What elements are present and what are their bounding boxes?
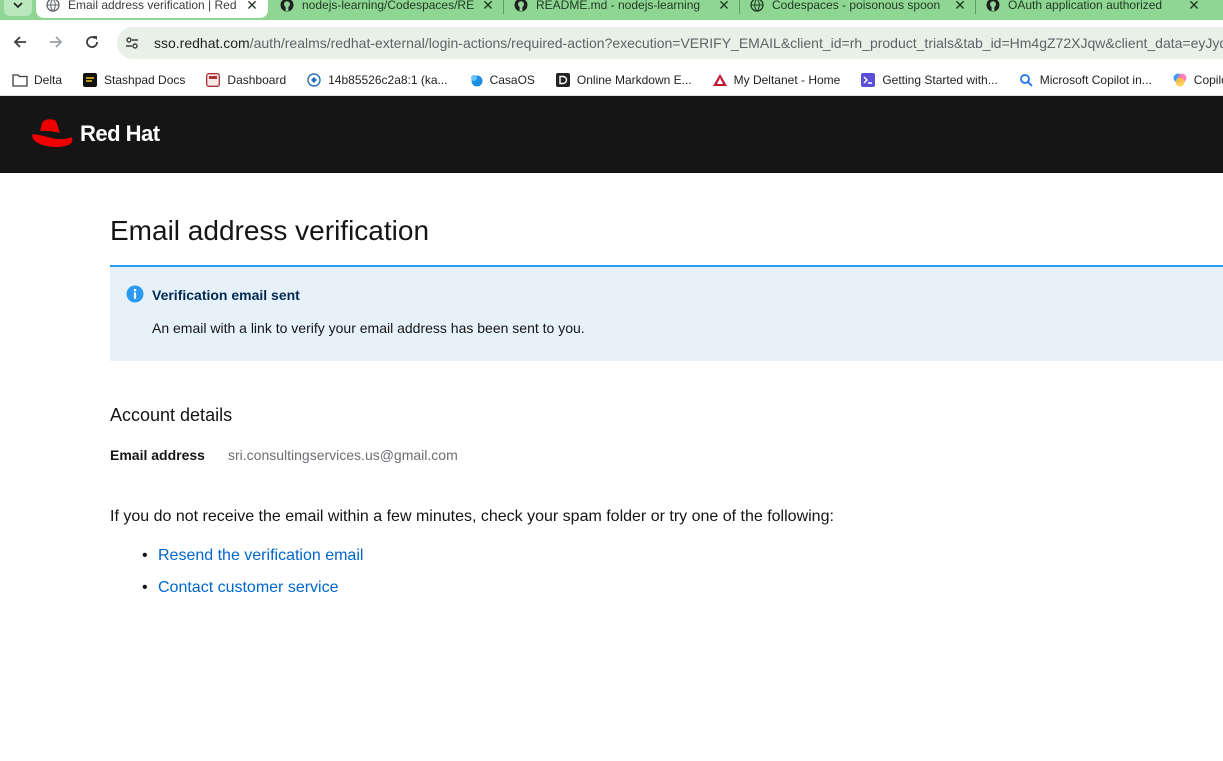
tab-email-verification[interactable]: Email address verification | Red Hat ✕ <box>36 0 268 18</box>
bookmark-label: Getting Started with... <box>882 72 998 87</box>
bookmark-label: Dashboard <box>227 72 287 87</box>
bookmark-ms-copilot[interactable]: Microsoft Copilot in... <box>1010 72 1160 88</box>
logo-text: Red Hat <box>80 121 160 146</box>
close-icon[interactable]: ✕ <box>716 0 732 14</box>
dashboard-icon <box>205 72 221 88</box>
account-details-heading: Account details <box>110 405 233 425</box>
address-bar[interactable]: sso.redhat.com/auth/realms/redhat-extern… <box>117 27 1223 59</box>
tab-readme[interactable]: README.md - nodejs-learning ✕ <box>504 0 740 18</box>
bookmark-markdown[interactable]: Online Markdown E... <box>547 72 700 88</box>
contact-customer-service-link[interactable]: Contact customer service <box>158 579 339 596</box>
globe-icon <box>750 0 764 12</box>
info-icon <box>126 285 144 303</box>
github-icon <box>986 0 1000 12</box>
site-header: Red Hat <box>0 96 1223 173</box>
page-title: Email address verification <box>110 215 430 246</box>
bookmark-label: Microsoft Copilot in... <box>1039 72 1152 87</box>
bookmark-label: Online Markdown E... <box>576 72 692 87</box>
bookmark-vnc[interactable]: 14b85526c2a8:1 (ka... <box>298 72 455 88</box>
bookmark-label: Delta <box>34 72 63 87</box>
reload-button[interactable] <box>80 30 104 54</box>
bookmark-casaos[interactable]: CasaOS <box>460 72 543 88</box>
bookmark-getting-started[interactable]: Getting Started with... <box>852 72 1005 88</box>
tab-codespaces[interactable]: Codespaces - poisonous spoon ✕ <box>740 0 976 18</box>
terminal-icon <box>860 72 876 88</box>
tab-label: nodejs-learning/Codespaces/README.md <box>302 0 474 12</box>
tab-label: Email address verification | Red Hat <box>68 0 238 12</box>
markdown-icon <box>555 72 571 88</box>
bookmark-deltanet[interactable]: My Deltanet - Home <box>704 72 849 88</box>
tab-label: README.md - nodejs-learning <box>536 0 701 12</box>
help-links-list: Resend the verification email Contact cu… <box>142 546 363 610</box>
bookmark-dashboard[interactable]: Dashboard <box>197 72 294 88</box>
bookmark-delta[interactable]: Delta <box>4 72 70 88</box>
resend-verification-link[interactable]: Resend the verification email <box>158 547 363 564</box>
github-icon <box>514 0 528 12</box>
email-label: Email address <box>110 447 205 463</box>
copilot-icon <box>1172 72 1188 88</box>
stashpad-icon <box>82 72 98 88</box>
arrow-left-icon <box>13 36 26 48</box>
vnc-icon <box>306 72 322 88</box>
close-icon[interactable]: ✕ <box>244 0 260 14</box>
list-item: Contact customer service <box>142 578 363 610</box>
url-text: sso.redhat.com/auth/realms/redhat-extern… <box>154 35 1223 51</box>
bookmark-label: Stashpad Docs <box>104 72 186 87</box>
bookmark-copilot[interactable]: Copilot <box>1164 72 1223 88</box>
help-text: If you do not receive the email within a… <box>110 508 834 525</box>
email-value: sri.consultingservices.us@gmail.com <box>228 447 458 463</box>
close-icon[interactable]: ✕ <box>952 0 968 14</box>
bookmark-label: CasaOS <box>489 72 535 87</box>
browser-tabstrip: Email address verification | Red Hat ✕ n… <box>0 0 1223 20</box>
tab-nodejs-codespaces[interactable]: nodejs-learning/Codespaces/README.md ✕ <box>270 0 504 18</box>
bookmark-label: 14b85526c2a8:1 (ka... <box>328 72 448 87</box>
redhat-fedora-icon <box>32 119 73 147</box>
search-icon <box>1018 72 1034 88</box>
close-icon[interactable]: ✕ <box>480 0 496 14</box>
alert-body: An email with a link to verify your emai… <box>152 320 585 336</box>
url-host: sso.redhat.com <box>154 35 250 51</box>
list-item: Resend the verification email <box>142 546 363 578</box>
globe-icon <box>46 0 60 12</box>
redhat-logo[interactable]: Red Hat <box>30 116 160 152</box>
forward-button[interactable] <box>44 30 68 54</box>
bookmark-label: My Deltanet - Home <box>733 72 841 87</box>
bookmarks-bar: Delta Stashpad Docs Dashboard 14b85526c2… <box>0 64 1223 96</box>
tab-label: OAuth application authorized <box>1008 0 1163 12</box>
delta-icon <box>712 72 728 88</box>
close-icon[interactable]: ✕ <box>1186 0 1202 14</box>
folder-icon <box>12 72 28 88</box>
chevron-down-icon <box>13 2 23 9</box>
bookmark-stashpad-docs[interactable]: Stashpad Docs <box>74 72 193 88</box>
casaos-icon <box>468 72 484 88</box>
site-info-icon[interactable] <box>122 33 142 53</box>
tab-label: Codespaces - poisonous spoon <box>772 0 941 12</box>
alert-title: Verification email sent <box>152 287 300 303</box>
github-icon <box>280 0 294 12</box>
tab-search-button[interactable] <box>4 0 32 16</box>
tab-oauth[interactable]: OAuth application authorized ✕ <box>976 0 1210 18</box>
reload-icon <box>86 36 98 48</box>
bookmark-label: Copilot <box>1193 72 1223 87</box>
url-path: /auth/realms/redhat-external/login-actio… <box>249 35 1223 51</box>
arrow-right-icon <box>50 36 63 48</box>
info-alert: Verification email sent An email with a … <box>110 265 1223 361</box>
back-button[interactable] <box>8 30 32 54</box>
